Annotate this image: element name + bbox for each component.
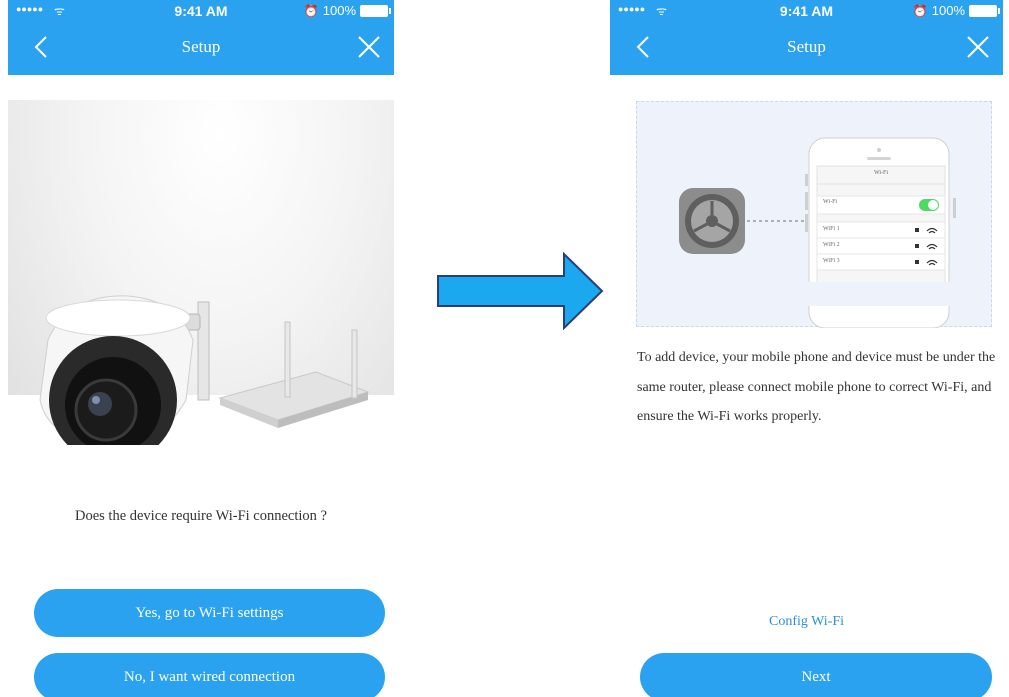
battery-percent: 100%: [931, 3, 965, 18]
next-button[interactable]: Next: [640, 653, 992, 697]
battery-icon: [969, 4, 1000, 17]
nav-bar: Setup: [610, 22, 1003, 75]
phone-wifi-toggle-label: Wi-Fi: [823, 199, 838, 205]
status-bar: ●●●●● ᯤ 9:41 AM ⏰ 100%: [610, 0, 1003, 22]
battery-icon: [360, 4, 391, 17]
phone-network-1: WiFi 1: [823, 226, 840, 232]
device-hero-image: [8, 100, 394, 445]
phone-network-3: WiFi 3: [823, 258, 840, 264]
phone-network-2: WiFi 2: [823, 242, 840, 248]
camera-and-router-illustration: [39, 295, 370, 445]
status-bar: ●●●●● ᯤ 9:41 AM ⏰ 100%: [8, 0, 394, 22]
battery-status: ⏰ 100%: [912, 3, 1000, 18]
wifi-settings-button[interactable]: Yes, go to Wi-Fi settings: [34, 589, 385, 637]
app-header: ●●●●● ᯤ 9:41 AM ⏰ 100% Setup: [610, 0, 1003, 75]
settings-gear-icon: [679, 188, 745, 254]
page-title: Setup: [787, 37, 826, 56]
wired-connection-button[interactable]: No, I want wired connection: [34, 653, 385, 697]
page-title: Setup: [181, 37, 221, 56]
alarm-icon: ⏰: [912, 3, 928, 18]
close-icon[interactable]: [965, 34, 991, 60]
wifi-instructions-text: To add device, your mobile phone and dev…: [637, 350, 996, 424]
setup-screen-wifi-question: ●●●●● ᯤ 9:41 AM ⏰ 100% Setup Does the de…: [8, 0, 394, 697]
app-header: ●●●●● ᯤ 9:41 AM ⏰ 100% Setup: [8, 0, 394, 75]
close-icon[interactable]: [356, 34, 382, 60]
wifi-illustration-canvas: [679, 137, 957, 328]
alarm-icon: ⏰: [303, 3, 319, 18]
battery-percent: 100%: [322, 3, 356, 18]
wifi-question-text: Does the device require Wi-Fi connection…: [74, 508, 327, 524]
phone-wifi-header: Wi-Fi: [873, 170, 889, 176]
config-wifi-link[interactable]: Config Wi-Fi: [610, 614, 1003, 630]
wifi-instruction-illustration: Wi-Fi Wi-Fi WiFi 1 WiFi 2 WiFi 3: [636, 101, 992, 328]
battery-status: ⏰ 100%: [303, 3, 391, 18]
setup-screen-wifi-config: ●●●●● ᯤ 9:41 AM ⏰ 100% Setup Wi-Fi Wi-Fi…: [610, 0, 1003, 697]
nav-bar: Setup: [8, 22, 394, 75]
right-arrow-icon: [437, 252, 604, 330]
